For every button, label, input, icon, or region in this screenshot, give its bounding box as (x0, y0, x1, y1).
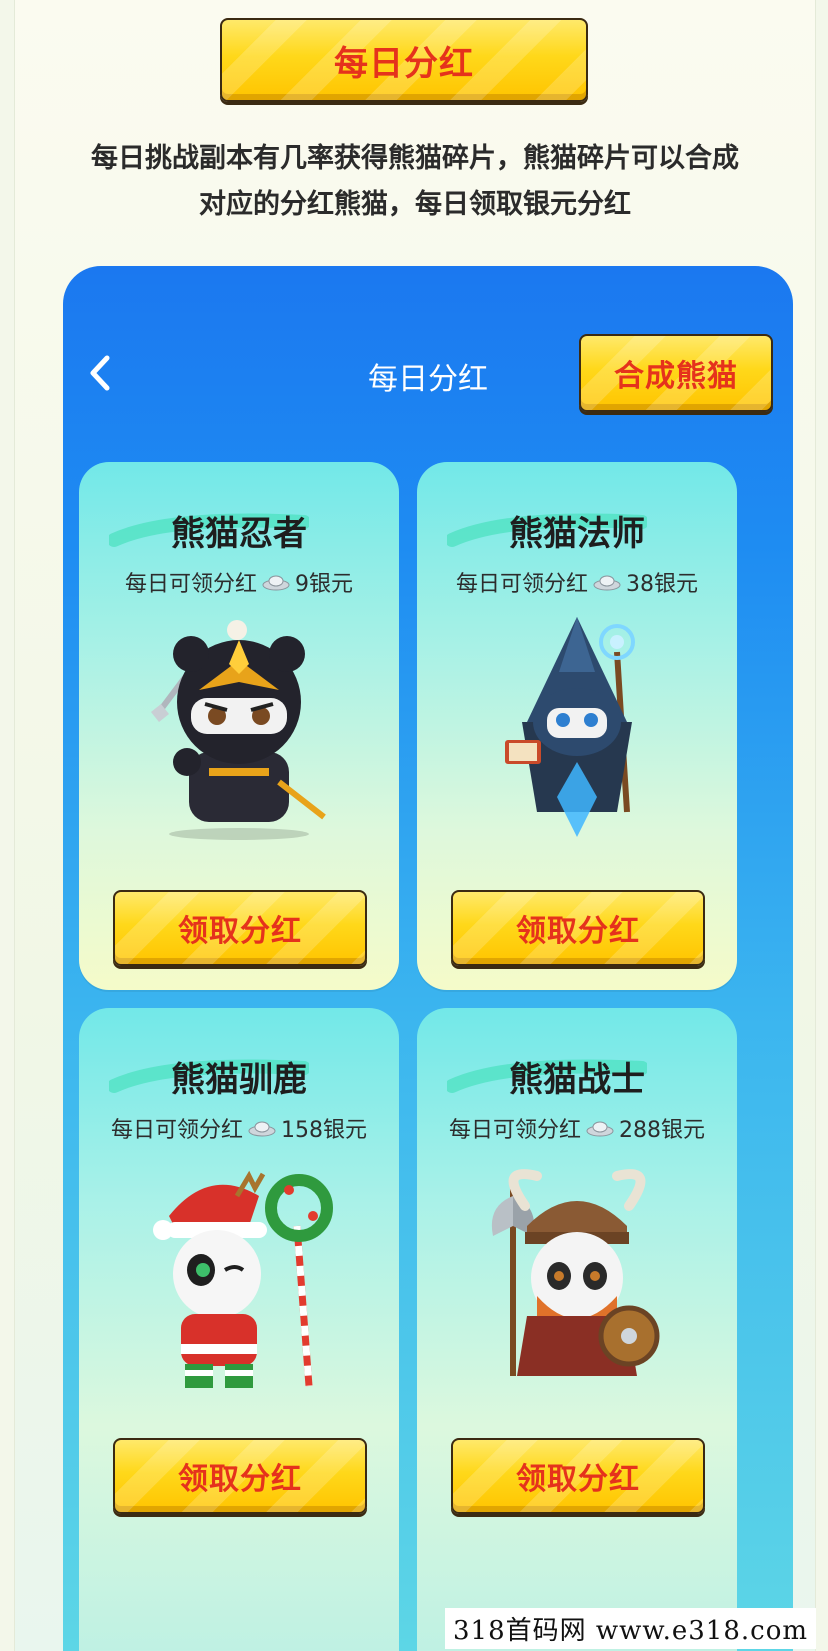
watermark: 318首码网 www.e318.com (445, 1608, 816, 1649)
claim-dividend-button[interactable]: 领取分红 (113, 1438, 367, 1514)
reindeer-panda-image (153, 1170, 333, 1388)
reward-prefix: 每日可领分红 (448, 1118, 581, 1143)
reward-amount: 288银元 (619, 1118, 705, 1143)
reward-prefix: 每日可领分红 (110, 1118, 243, 1143)
synthesize-panda-button[interactable]: 合成熊猫 (579, 334, 773, 412)
claim-dividend-label: 领取分红 (516, 914, 640, 949)
panda-card-mage: 熊猫法师 每日可领分红 38银元 领取分红 (417, 462, 737, 990)
card-reward: 每日可领分红 9银元 (79, 566, 399, 598)
claim-dividend-label: 领取分红 (178, 914, 302, 949)
warrior-panda-image (491, 1169, 660, 1376)
claim-dividend-button[interactable]: 领取分红 (113, 890, 367, 966)
claim-dividend-button[interactable]: 领取分红 (451, 890, 705, 966)
card-title: 熊猫法师 (509, 514, 645, 554)
silver-ingot-icon (593, 575, 621, 591)
reward-amount: 9银元 (295, 572, 353, 597)
page: 每日分红 每日挑战副本有几率获得熊猫碎片，熊猫碎片可以合成 对应的分红熊猫，每日… (14, 0, 816, 1651)
card-title: 熊猫忍者 (171, 514, 307, 554)
reward-prefix: 每日可领分红 (455, 572, 588, 597)
panda-card-ninja: 熊猫忍者 每日可领分红 9银元 领取分红 (79, 462, 399, 990)
panda-card-reindeer: 熊猫驯鹿 每日可领分红 158银元 领取分红 (79, 1008, 399, 1651)
mage-panda-image (505, 617, 635, 837)
daily-dividend-button[interactable]: 每日分红 (220, 18, 588, 102)
intro-line-1: 每日挑战副本有几率获得熊猫碎片，熊猫碎片可以合成 (91, 143, 739, 174)
panda-card-warrior: 熊猫战士 每日可领分红 288银元 领取分红 (417, 1008, 737, 1651)
reward-amount: 158银元 (281, 1118, 367, 1143)
dividend-panel: 每日分红 合成熊猫 熊猫忍者 每日可领分红 9银元 领取分红 熊猫法师 每日可领… (63, 266, 793, 1651)
silver-ingot-icon (248, 1121, 276, 1137)
intro-line-2: 对应的分红熊猫，每日领取银元分红 (199, 189, 631, 220)
card-reward: 每日可领分红 288银元 (417, 1112, 737, 1144)
silver-ingot-icon (262, 575, 290, 591)
claim-dividend-button[interactable]: 领取分红 (451, 1438, 705, 1514)
claim-dividend-label: 领取分红 (516, 1462, 640, 1497)
claim-dividend-label: 领取分红 (178, 1462, 302, 1497)
intro-text: 每日挑战副本有几率获得熊猫碎片，熊猫碎片可以合成 对应的分红熊猫，每日领取银元分… (45, 136, 785, 228)
card-title: 熊猫战士 (509, 1060, 645, 1100)
synthesize-panda-label: 合成熊猫 (614, 359, 738, 394)
card-reward: 每日可领分红 158银元 (79, 1112, 399, 1144)
reward-amount: 38银元 (626, 572, 698, 597)
daily-dividend-button-label: 每日分红 (334, 43, 474, 84)
card-title: 熊猫驯鹿 (171, 1060, 307, 1100)
ninja-panda-image (151, 620, 326, 840)
reward-prefix: 每日可领分红 (124, 572, 257, 597)
card-reward: 每日可领分红 38银元 (417, 566, 737, 598)
silver-ingot-icon (586, 1121, 614, 1137)
